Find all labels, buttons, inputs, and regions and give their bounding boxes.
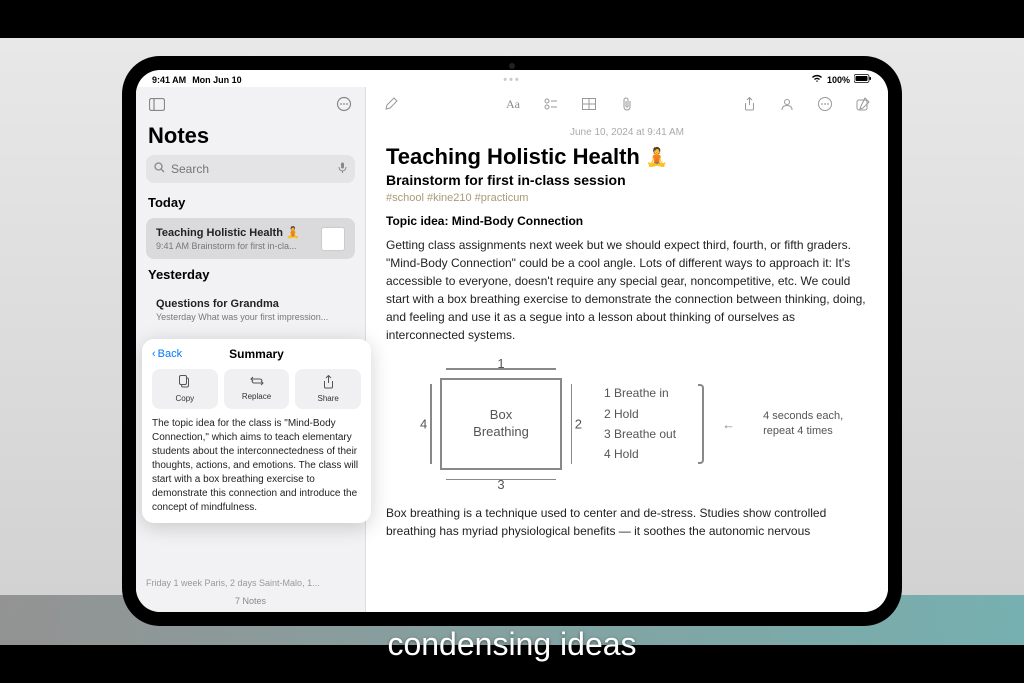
section-today: Today (136, 191, 365, 214)
share-label: Share (299, 394, 357, 403)
note-subtitle: Brainstorm for first in-class session (386, 172, 868, 188)
checklist-icon[interactable] (540, 93, 562, 115)
side-2: 2 (575, 417, 582, 432)
status-date: Mon Jun 10 (192, 75, 242, 85)
sidebar-title: Notes (136, 121, 365, 155)
topic-heading: Topic idea: Mind-Body Connection (386, 214, 868, 228)
copy-icon (156, 375, 214, 392)
note-item-meta: 9:41 AM Brainstorm for first in-cla... (156, 241, 313, 251)
search-field[interactable] (146, 155, 355, 183)
replace-button[interactable]: Replace (224, 369, 290, 409)
search-icon (154, 160, 165, 178)
replace-label: Replace (228, 392, 286, 401)
note-item-title: Questions for Grandma (156, 298, 345, 310)
side-4: 4 (420, 417, 427, 432)
note-item-title: Teaching Holistic Health 🧘 (156, 226, 313, 239)
writing-tools-icon[interactable] (380, 93, 402, 115)
breathing-steps: 1 Breathe in 2 Hold 3 Breathe out 4 Hold (604, 383, 676, 465)
search-input[interactable] (171, 162, 332, 176)
box-breathing-diagram: 1 2 3 4 Box Breathing 1 Breathe in 2 Hol… (416, 354, 868, 494)
note-list-item[interactable]: Teaching Holistic Health 🧘 9:41 AM Brain… (146, 218, 355, 259)
note-title: Teaching Holistic Health 🧘 (386, 144, 868, 170)
replace-icon (228, 375, 286, 390)
status-time: 9:41 AM (152, 75, 186, 85)
ipad-frame: 9:41 AM Mon Jun 10 ••• 100% (122, 56, 902, 626)
table-icon[interactable] (578, 93, 600, 115)
arrow-left-icon: ← (722, 417, 735, 432)
note-paragraph: Getting class assignments next week but … (386, 236, 868, 344)
note-preview-snippet: Friday 1 week Paris, 2 days Saint-Malo, … (146, 578, 355, 588)
more-icon[interactable] (333, 93, 355, 115)
note-item-meta: Yesterday What was your first impression… (156, 312, 345, 322)
notes-app: Notes Today Teaching Holistic Health 🧘 9… (136, 87, 888, 612)
note-content[interactable]: June 10, 2024 at 9:41 AM Teaching Holist… (366, 121, 888, 550)
note-tags[interactable]: #school #kine210 #practicum (386, 192, 868, 204)
sidebar: Notes Today Teaching Holistic Health 🧘 9… (136, 87, 366, 612)
side-1: 1 (497, 356, 504, 371)
section-yesterday: Yesterday (136, 263, 365, 286)
mic-icon[interactable] (338, 162, 347, 177)
attachment-icon[interactable] (616, 93, 638, 115)
back-label: Back (158, 348, 182, 360)
share-button[interactable]: Share (295, 369, 361, 409)
bracket (698, 384, 704, 464)
battery-icon (854, 74, 872, 85)
battery-text: 100% (827, 75, 850, 85)
editor-toolbar: Aa (366, 87, 888, 121)
multitask-dots[interactable]: ••• (503, 74, 521, 86)
text-format-button[interactable]: Aa (502, 93, 524, 115)
status-bar: 9:41 AM Mon Jun 10 ••• 100% (136, 70, 888, 87)
note-count: 7 Notes (136, 596, 365, 606)
summary-title: Summary (229, 347, 284, 361)
wifi-icon (811, 74, 823, 85)
back-button[interactable]: ‹ Back (152, 348, 182, 360)
screen: 9:41 AM Mon Jun 10 ••• 100% (136, 70, 888, 612)
sidebar-toggle-icon[interactable] (146, 93, 168, 115)
note-thumbnail (321, 227, 345, 251)
meditation-emoji: 🧘 (646, 147, 668, 168)
collaborate-icon[interactable] (776, 93, 798, 115)
note-datestamp: June 10, 2024 at 9:41 AM (386, 127, 868, 138)
video-caption: condensing ideas (0, 626, 1024, 663)
note-paragraph: Box breathing is a technique used to cen… (386, 504, 868, 540)
share-note-icon[interactable] (738, 93, 760, 115)
note-editor: Aa (366, 87, 888, 612)
share-icon (299, 375, 357, 392)
summary-popover: ‹ Back Summary Copy (142, 339, 371, 523)
copy-button[interactable]: Copy (152, 369, 218, 409)
camera-dot (509, 63, 515, 69)
chevron-left-icon: ‹ (152, 348, 156, 360)
box-label: Box Breathing (440, 378, 562, 470)
more-note-icon[interactable] (814, 93, 836, 115)
copy-label: Copy (156, 394, 214, 403)
note-list-item[interactable]: Questions for Grandma Yesterday What was… (146, 290, 355, 330)
diagram-annotation: 4 seconds each, repeat 4 times (763, 409, 843, 440)
side-3: 3 (497, 477, 504, 492)
compose-icon[interactable] (852, 93, 874, 115)
summary-text: The topic idea for the class is "Mind-Bo… (152, 417, 361, 515)
